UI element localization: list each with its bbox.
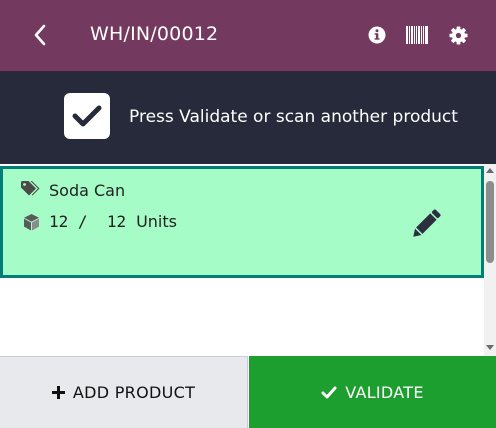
- edit-line-button[interactable]: [407, 205, 445, 243]
- gear-icon: [448, 25, 468, 45]
- tags-icon: [21, 179, 41, 199]
- product-name: Soda Can: [49, 181, 126, 200]
- status-banner: Press Validate or scan another product: [0, 71, 496, 164]
- scroll-up-arrow-icon[interactable]: [486, 168, 494, 173]
- validate-button[interactable]: VALIDATE: [249, 356, 496, 428]
- page-title: WH/IN/00012: [90, 23, 219, 45]
- quantity: 12 / 12 Units: [49, 211, 177, 233]
- validate-label: VALIDATE: [345, 382, 424, 402]
- move-line[interactable]: Soda Can 12 / 12 Units: [0, 166, 484, 278]
- info-button[interactable]: [366, 23, 388, 47]
- qty-done: 12: [49, 212, 69, 231]
- add-product-label: ADD PRODUCT: [72, 383, 196, 402]
- qty-unit: Units: [136, 212, 177, 231]
- barcode-button[interactable]: [405, 23, 429, 47]
- plus-icon: [51, 386, 65, 399]
- chevron-left-icon: [34, 24, 46, 46]
- top-bar: WH/IN/00012: [0, 0, 496, 71]
- action-bar: ADD PRODUCT VALIDATE: [0, 356, 496, 428]
- cube-icon: [21, 212, 41, 232]
- check-icon: [321, 386, 337, 399]
- banner-message: Press Validate or scan another product: [129, 107, 458, 127]
- scroll-down-arrow-icon[interactable]: [486, 345, 494, 350]
- add-product-button[interactable]: ADD PRODUCT: [0, 356, 248, 428]
- check-square-icon: [64, 93, 110, 139]
- back-button[interactable]: [27, 21, 53, 49]
- scrollbar[interactable]: [484, 164, 496, 356]
- qty-separator: /: [77, 212, 88, 231]
- info-icon: [368, 26, 386, 44]
- move-line-list: Soda Can 12 / 12 Units: [0, 164, 496, 356]
- barcode-icon: [406, 26, 428, 44]
- scrollbar-thumb[interactable]: [486, 181, 494, 263]
- qty-demand: 12: [106, 212, 127, 231]
- pencil-icon: [413, 209, 441, 237]
- settings-button[interactable]: [447, 23, 469, 47]
